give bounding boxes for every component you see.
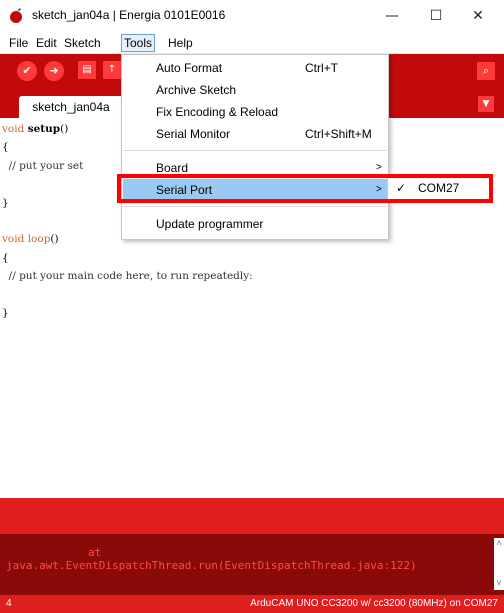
code-comment: // put your main code here, to run repea… <box>2 270 253 283</box>
check-icon: ✔ <box>22 64 32 77</box>
menu-edit[interactable]: Edit <box>34 35 59 51</box>
new-button[interactable]: ▤ <box>78 61 96 79</box>
code-line: { <box>2 251 9 264</box>
console-scrollbar[interactable]: ˄ ˅ <box>494 538 504 590</box>
menu-tools[interactable]: Tools <box>121 34 156 52</box>
menu-item-board[interactable]: Board > <box>123 157 387 179</box>
board-status: ArduCAM UNO CC3200 w/ cc3200 (80MHz) on … <box>250 598 498 609</box>
menu-help[interactable]: Help <box>166 35 195 51</box>
console-divider[interactable] <box>0 498 504 534</box>
serial-port-submenu: ✓ COM27 <box>387 177 493 201</box>
scroll-down-icon[interactable]: ˅ <box>494 578 504 590</box>
scroll-up-icon[interactable]: ˄ <box>494 538 504 550</box>
arrow-right-icon: ➜ <box>49 64 59 77</box>
menu-item-serial-monitor[interactable]: Serial Monitor Ctrl+Shift+M <box>123 123 387 145</box>
new-file-icon: ▤ <box>82 64 92 75</box>
chevron-right-icon: > <box>376 184 382 195</box>
line-number: 4 <box>6 598 12 609</box>
tab-sketch[interactable]: sketch_jan04a <box>19 96 123 118</box>
code-fragment: () <box>50 233 59 246</box>
menu-item-serial-port[interactable]: Serial Port > <box>123 179 387 201</box>
console-output: at java.awt.EventDispatchThread.run(Even… <box>0 534 504 595</box>
menu-bar: File Edit Sketch Tools Help <box>0 33 504 54</box>
menu-item-label: Fix Encoding & Reload <box>156 105 279 119</box>
menu-item-archive-sketch[interactable]: Archive Sketch <box>123 79 387 101</box>
console-line: at <box>88 546 102 559</box>
energia-logo-icon <box>10 8 22 23</box>
tools-menu: Auto Format Ctrl+T Archive Sketch Fix En… <box>121 54 389 240</box>
console-line: java.awt.EventDispatchThread.run(EventDi… <box>6 559 417 572</box>
menu-item-label: Serial Port <box>156 183 213 197</box>
menu-separator <box>123 150 387 151</box>
code-comment: // put your set <box>2 159 84 172</box>
maximize-button[interactable]: ☐ <box>416 4 456 28</box>
menu-sketch[interactable]: Sketch <box>62 35 103 51</box>
title-bar: sketch_jan04a | Energia 0101E0016 — ☐ ✕ <box>0 0 504 32</box>
menu-separator <box>123 206 387 207</box>
menu-item-label: Archive Sketch <box>156 83 237 97</box>
keyword: void <box>2 123 25 135</box>
close-button[interactable]: ✕ <box>458 4 498 28</box>
keyword: void <box>2 233 25 246</box>
menu-item-shortcut: Ctrl+T <box>305 61 338 75</box>
menu-item-fix-encoding[interactable]: Fix Encoding & Reload <box>123 101 387 123</box>
menu-item-label: Update programmer <box>156 217 264 231</box>
menu-item-label: Serial Monitor <box>156 127 231 141</box>
serial-monitor-button[interactable]: ⌕ <box>477 62 495 80</box>
tab-menu-button[interactable]: ▼ <box>478 96 494 112</box>
menu-item-shortcut: Ctrl+Shift+M <box>305 127 372 141</box>
triangle-down-icon: ▼ <box>482 99 490 109</box>
menu-file[interactable]: File <box>7 35 30 51</box>
menu-item-auto-format[interactable]: Auto Format Ctrl+T <box>123 57 387 79</box>
open-button[interactable]: ↑ <box>103 61 121 79</box>
submenu-item-com27[interactable]: COM27 <box>418 181 459 195</box>
upload-button[interactable]: ➜ <box>44 61 64 81</box>
menu-item-update-programmer[interactable]: Update programmer <box>123 213 387 235</box>
code-line: } <box>2 307 9 320</box>
code-fragment: () <box>60 123 69 135</box>
checkmark-icon: ✓ <box>396 181 407 195</box>
chevron-right-icon: > <box>376 162 382 173</box>
window-title: sketch_jan04a | Energia 0101E0016 <box>32 8 226 22</box>
status-bar: 4 ArduCAM UNO CC3200 w/ cc3200 (80MHz) o… <box>0 595 504 613</box>
menu-item-label: Board <box>156 161 189 175</box>
code-line: } <box>2 196 9 209</box>
minimize-button[interactable]: — <box>372 4 412 28</box>
function-name: setup <box>27 123 61 135</box>
code-line: { <box>2 141 9 154</box>
verify-button[interactable]: ✔ <box>17 61 37 81</box>
magnifier-icon: ⌕ <box>482 64 490 77</box>
function-name: loop <box>27 233 51 246</box>
open-icon: ↑ <box>107 64 117 75</box>
menu-item-label: Auto Format <box>156 61 223 75</box>
